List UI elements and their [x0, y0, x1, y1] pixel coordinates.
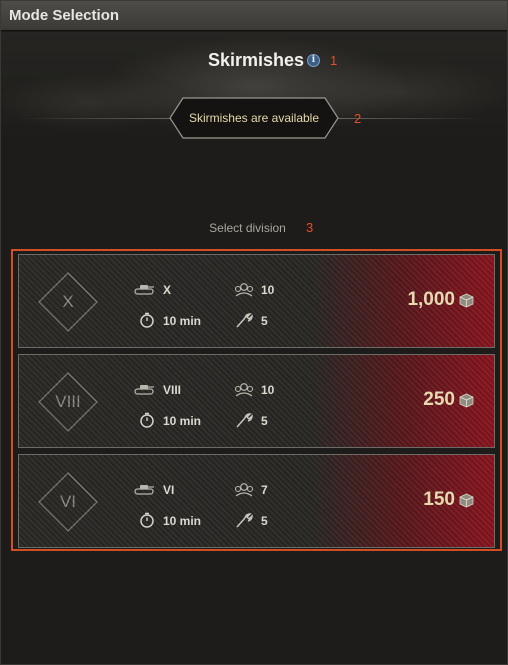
- player-count: 7: [261, 483, 268, 497]
- status-badge: Skirmishes are available: [169, 97, 339, 139]
- status-text: Skirmishes are available: [188, 111, 320, 125]
- select-division-label: Select division: [1, 221, 508, 235]
- tier-badge: VI: [38, 472, 98, 532]
- window-title: Mode Selection: [9, 7, 120, 24]
- vehicle-tier: X: [163, 283, 172, 297]
- wrench-icon: [236, 513, 253, 528]
- division-card-x[interactable]: X X 10 10 min 5 1,000: [18, 254, 495, 348]
- mode-selection-window: Mode Selection Skirmishes i 1 Skirmishes…: [0, 0, 508, 665]
- players-icon: [234, 283, 254, 297]
- tier-badge: VIII: [38, 372, 98, 432]
- wrench-icon: [236, 413, 253, 428]
- duration: 10 min: [163, 314, 202, 328]
- supply-box-icon: [459, 493, 474, 507]
- player-count: 10: [261, 383, 275, 397]
- reward-amount: 150: [423, 489, 455, 510]
- players-icon: [234, 483, 254, 497]
- reward-amount: 250: [423, 389, 455, 410]
- duration: 10 min: [163, 414, 202, 428]
- division-card-vi[interactable]: VI VI 7 10 min 5 150: [18, 454, 495, 548]
- tier-label: VI: [59, 492, 77, 511]
- supply-box-icon: [459, 393, 474, 407]
- player-count: 10: [261, 283, 275, 297]
- annotation-marker-3: 3: [306, 220, 314, 235]
- count-value: 5: [261, 314, 268, 328]
- count-value: 5: [261, 414, 268, 428]
- annotation-marker-1: 1: [330, 53, 338, 68]
- stopwatch-icon: [140, 512, 154, 528]
- stopwatch-icon: [140, 412, 154, 428]
- select-division-text: Select division: [209, 221, 286, 235]
- titlebar: Mode Selection: [1, 1, 507, 31]
- tank-icon: [134, 485, 154, 495]
- tank-icon: [134, 285, 154, 295]
- reward: 250: [423, 389, 474, 411]
- reward: 150: [423, 489, 474, 511]
- players-icon: [234, 383, 254, 397]
- vehicle-tier: VI: [163, 483, 175, 497]
- tier-label: VIII: [55, 392, 81, 411]
- tier-badge: X: [38, 272, 98, 332]
- division-card-viii[interactable]: VIII VIII 10 10 min 5 250: [18, 354, 495, 448]
- stopwatch-icon: [140, 312, 154, 328]
- vehicle-tier: VIII: [163, 383, 182, 397]
- reward-amount: 1,000: [407, 289, 455, 310]
- divider-left: [21, 118, 171, 119]
- wrench-icon: [236, 313, 253, 328]
- supply-box-icon: [459, 293, 474, 307]
- division-list: X X 10 10 min 5 1,000 VIII VIII 10 10 mi…: [11, 249, 502, 551]
- info-icon[interactable]: i: [307, 54, 320, 67]
- annotation-marker-2: 2: [354, 111, 362, 126]
- reward: 1,000: [407, 289, 474, 311]
- count-value: 5: [261, 514, 268, 528]
- duration: 10 min: [163, 514, 202, 528]
- tank-icon: [134, 385, 154, 395]
- mode-title: Skirmishes: [208, 50, 305, 70]
- tier-label: X: [62, 292, 74, 311]
